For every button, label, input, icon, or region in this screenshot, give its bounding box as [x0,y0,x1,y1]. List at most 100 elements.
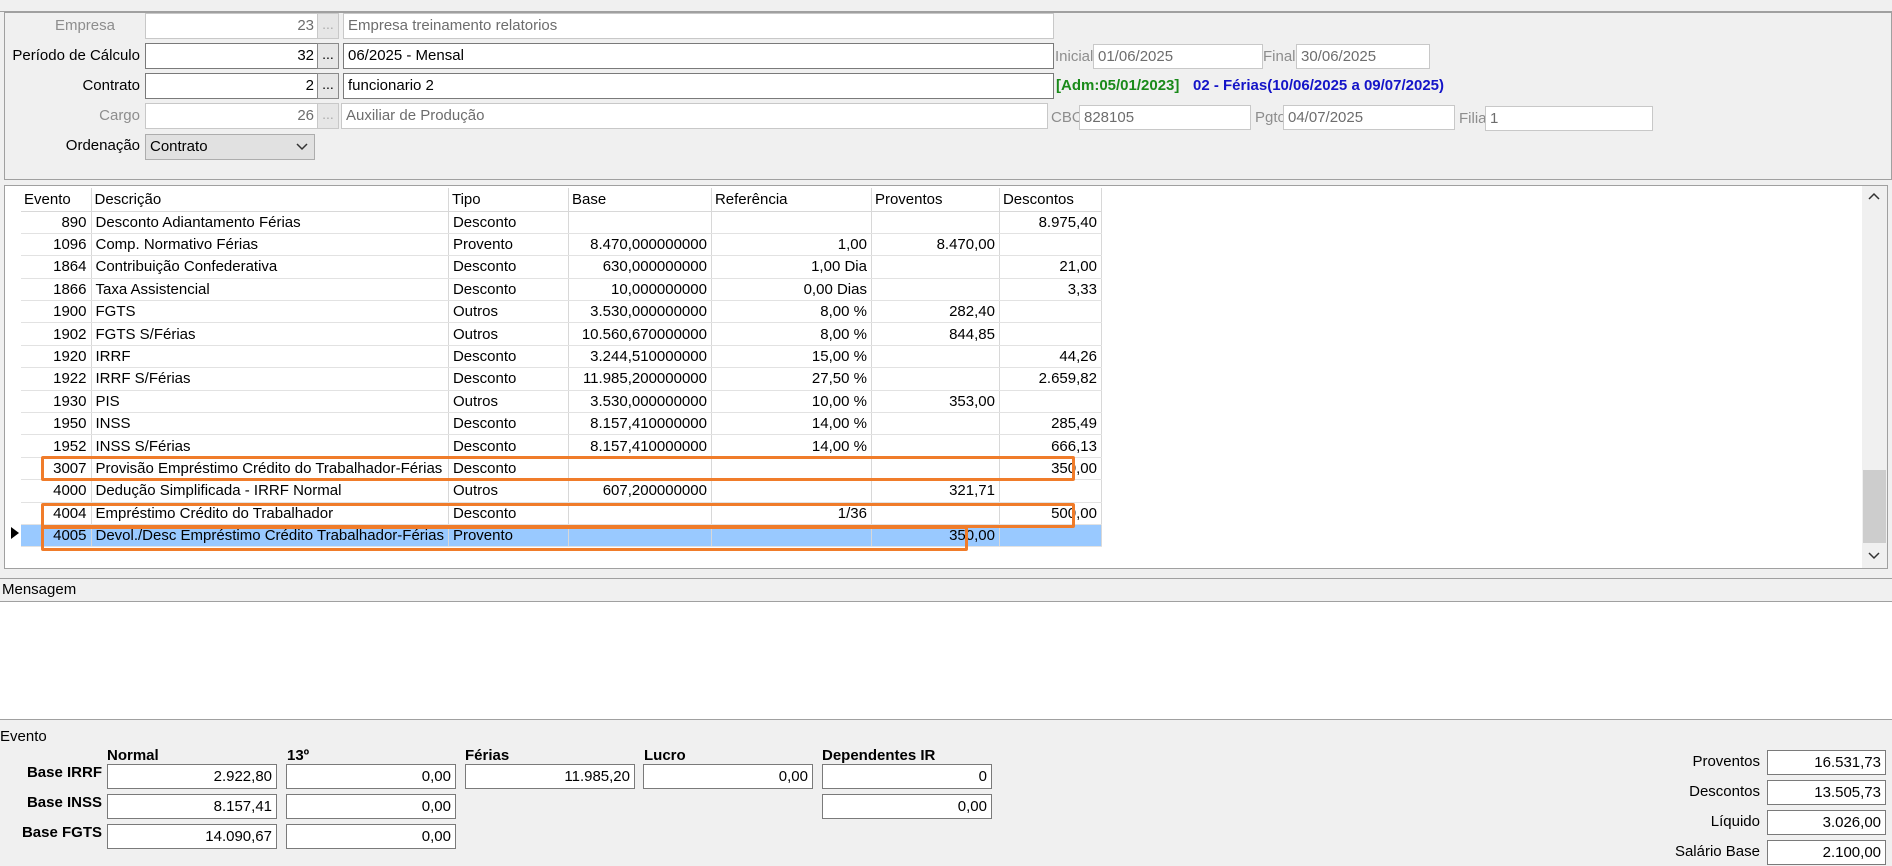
cell-proventos[interactable] [871,367,1000,391]
cell-tipo[interactable]: Desconto [448,211,569,234]
cell-evento[interactable]: 1900 [21,300,92,324]
cell-descontos[interactable]: 21,00 [999,255,1102,279]
cell-evento[interactable]: 1930 [21,390,92,414]
cell-descricao[interactable]: Empréstimo Crédito do Trabalhador [91,502,449,525]
cell-descontos[interactable]: 666,13 [999,434,1102,458]
proventos-total-field[interactable]: 16.531,73 [1767,750,1886,775]
cell-descontos[interactable] [999,524,1102,548]
cell-proventos[interactable]: 353,00 [871,390,1000,414]
cell-base[interactable] [568,457,712,481]
cell-proventos[interactable] [871,345,1000,369]
cell-proventos[interactable]: 282,40 [871,300,1000,324]
cell-descricao[interactable]: INSS [91,412,449,436]
cell-descricao[interactable]: Devol./Desc Empréstimo Crédito Trabalhad… [91,524,449,548]
cell-tipo[interactable]: Outros [448,322,569,346]
table-row[interactable]: 1950 INSS Desconto 8.157,410000000 14,00 % 28… [21,412,1102,436]
col-descontos[interactable]: Descontos [999,188,1102,212]
inicial-date-field[interactable]: 01/06/2025 [1093,44,1263,69]
cell-proventos[interactable]: 350,00 [871,524,1000,548]
cell-descricao[interactable]: Taxa Assistencial [91,278,449,302]
cell-descricao[interactable]: IRRF [91,345,449,369]
descontos-total-field[interactable]: 13.505,73 [1767,780,1886,805]
cell-base[interactable]: 11.985,200000000 [568,367,712,391]
cell-base[interactable]: 8.470,000000000 [568,233,712,257]
cell-evento[interactable]: 1864 [21,255,92,279]
cell-referencia[interactable]: 10,00 % [711,390,872,414]
table-row[interactable]: 4000 Dedução Simplificada - IRRF Normal Ou… [21,479,1102,503]
table-row[interactable]: 4005 Devol./Desc Empréstimo Crédito Traba… [21,524,1102,548]
cell-proventos[interactable] [871,278,1000,302]
cell-referencia[interactable]: 0,00 Dias [711,278,872,302]
cell-evento[interactable]: 1902 [21,322,92,346]
cell-tipo[interactable]: Desconto [448,255,569,279]
base-fgts-decimo[interactable]: 0,00 [286,824,456,849]
cell-base[interactable]: 630,000000000 [568,255,712,279]
table-row[interactable]: 1864 Contribuição Confederativa Desconto 63… [21,255,1102,279]
cell-tipo[interactable]: Outros [448,390,569,414]
cell-descricao[interactable]: INSS S/Férias [91,434,449,458]
cell-descricao[interactable]: IRRF S/Férias [91,367,449,391]
cell-descricao[interactable]: PIS [91,390,449,414]
base-fgts-normal[interactable]: 14.090,67 [107,824,277,849]
table-row[interactable]: 4004 Empréstimo Crédito do Trabalhador Des… [21,502,1102,525]
periodo-code-field[interactable]: 32 [145,43,319,69]
cell-proventos[interactable] [871,255,1000,279]
cell-base[interactable]: 3.244,510000000 [568,345,712,369]
cell-descontos[interactable]: 285,49 [999,412,1102,436]
cell-descontos[interactable]: 350,00 [999,457,1102,481]
cell-tipo[interactable]: Provento [448,233,569,257]
cell-tipo[interactable]: Desconto [448,457,569,481]
cell-evento[interactable]: 1096 [21,233,92,257]
cell-proventos[interactable] [871,434,1000,458]
base-inss-dependentes[interactable]: 0,00 [822,794,992,819]
mensagem-box[interactable] [0,602,1892,720]
table-row[interactable]: 1952 INSS S/Férias Desconto 8.157,410000000… [21,434,1102,458]
cell-base[interactable]: 3.530,000000000 [568,300,712,324]
cell-referencia[interactable]: 1/36 [711,502,872,525]
filial-field[interactable]: 1 [1485,106,1653,131]
empresa-name-field[interactable]: Empresa treinamento relatorios [343,13,1054,39]
contrato-name-field[interactable]: funcionario 2 [343,73,1054,99]
cell-referencia[interactable] [711,457,872,481]
cell-base[interactable] [568,211,712,234]
cell-base[interactable]: 3.530,000000000 [568,390,712,414]
cell-base[interactable]: 10.560,670000000 [568,322,712,346]
cell-evento[interactable]: 1866 [21,278,92,302]
cell-descricao[interactable]: Provisão Empréstimo Crédito do Trabalhad… [91,457,449,481]
base-irrf-lucro[interactable]: 0,00 [643,764,813,789]
table-row[interactable]: 1922 IRRF S/Férias Desconto 11.985,20000000… [21,367,1102,391]
cargo-name-field[interactable]: Auxiliar de Produção [341,103,1048,129]
cell-descricao[interactable]: Contribuição Confederativa [91,255,449,279]
table-row[interactable]: 1866 Taxa Assistencial Desconto 10,00000000… [21,278,1102,302]
contrato-lookup-button[interactable]: ... [317,73,339,99]
cell-tipo[interactable]: Desconto [448,434,569,458]
table-row[interactable]: 1902 FGTS S/Férias Outros 10.560,670000000 8… [21,322,1102,346]
empresa-code-field[interactable]: 23 [145,13,319,39]
cell-evento[interactable]: 4004 [21,502,92,525]
cell-proventos[interactable]: 321,71 [871,479,1000,503]
cell-referencia[interactable]: 8,00 % [711,300,872,324]
cell-base[interactable] [568,524,712,548]
cell-proventos[interactable] [871,502,1000,525]
cell-referencia[interactable]: 14,00 % [711,412,872,436]
salario-base-field[interactable]: 2.100,00 [1767,840,1886,865]
cell-base[interactable]: 8.157,410000000 [568,412,712,436]
periodo-lookup-button[interactable]: ... [317,43,339,69]
cell-evento[interactable]: 1920 [21,345,92,369]
cell-proventos[interactable]: 8.470,00 [871,233,1000,257]
cell-descricao[interactable]: Comp. Normativo Férias [91,233,449,257]
cell-referencia[interactable]: 14,00 % [711,434,872,458]
col-descricao[interactable]: Descrição [91,188,449,212]
cell-tipo[interactable]: Desconto [448,278,569,302]
col-proventos[interactable]: Proventos [871,188,1000,212]
base-inss-decimo[interactable]: 0,00 [286,794,456,819]
cell-tipo[interactable]: Desconto [448,345,569,369]
cell-referencia[interactable]: 1,00 Dia [711,255,872,279]
final-date-field[interactable]: 30/06/2025 [1296,44,1430,69]
cell-proventos[interactable] [871,457,1000,481]
cell-evento[interactable]: 1950 [21,412,92,436]
cell-evento[interactable]: 4000 [21,479,92,503]
cell-tipo[interactable]: Desconto [448,502,569,525]
cell-base[interactable]: 10,000000000 [568,278,712,302]
table-row[interactable]: 1930 PIS Outros 3.530,000000000 10,00 % 353,0… [21,390,1102,414]
